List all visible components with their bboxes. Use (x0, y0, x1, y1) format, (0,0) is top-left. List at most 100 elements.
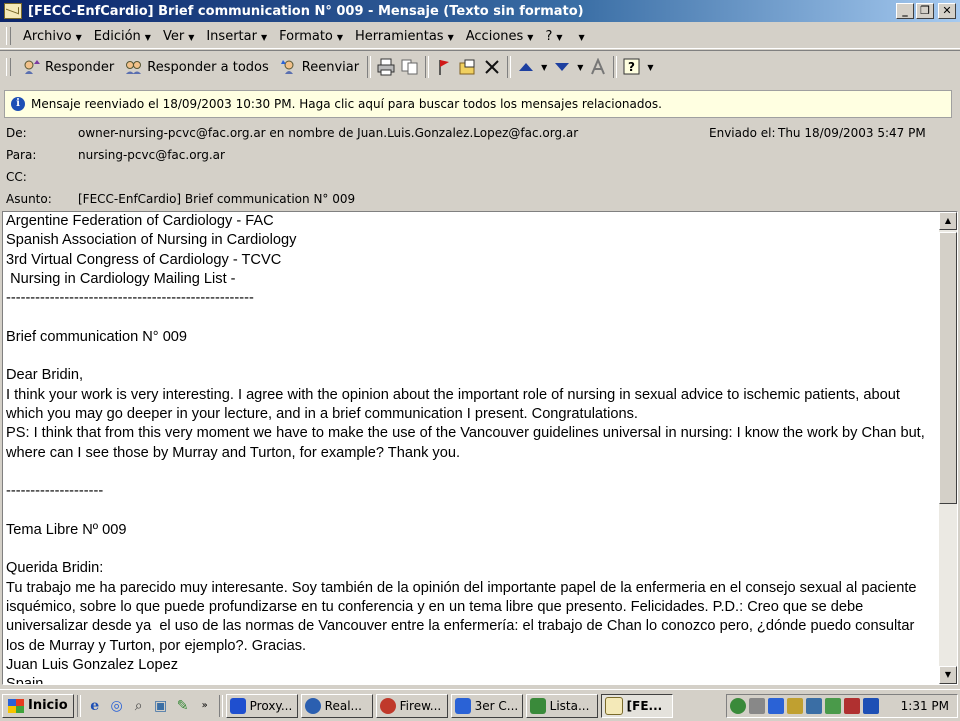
chevron-down-icon: ▼ (527, 32, 534, 42)
cc-label: CC: (6, 170, 27, 184)
reply-all-label: Responder a todos (147, 59, 269, 75)
scroll-up-button[interactable]: ▲ (939, 212, 957, 230)
help-button[interactable]: ? (620, 55, 644, 79)
menu-herramientas[interactable]: Herramientas ▼ (349, 29, 460, 44)
scroll-thumb[interactable] (939, 232, 957, 504)
app-icon (304, 697, 321, 714)
menu-ver[interactable]: Ver ▼ (157, 29, 200, 44)
task-label: Firew... (399, 698, 442, 713)
chevron-down-icon[interactable]: ▼ (647, 63, 653, 72)
toolbar-grip[interactable] (6, 58, 11, 76)
toolbar-separator (367, 56, 372, 78)
menu-bar: Archivo ▼ Edición ▼ Ver ▼ Insertar ▼ Formato… (0, 24, 960, 49)
sent-label: Enviado el: (709, 126, 776, 140)
subject-label: Asunto: (6, 192, 52, 206)
menu-acciones[interactable]: Acciones ▼ (460, 29, 540, 44)
quicklaunch-overflow-icon[interactable]: » (194, 695, 216, 717)
tray-app-icon[interactable] (768, 698, 784, 714)
maximize-button[interactable]: ❐ (916, 3, 934, 19)
clock[interactable]: 1:31 PM (901, 699, 949, 713)
task-3er-congreso[interactable]: 3er C... (450, 693, 523, 718)
windows-logo-icon (8, 698, 24, 713)
printer-icon (377, 58, 395, 76)
delete-button[interactable] (480, 55, 504, 79)
scroll-down-button[interactable]: ▼ (939, 666, 957, 684)
font-icon (591, 58, 606, 75)
forward-label: Reenviar (301, 59, 360, 75)
internet-explorer-icon[interactable]: e (84, 695, 106, 717)
chevron-down-icon: ▼ (75, 32, 82, 42)
outlook-icon[interactable]: ◎ (106, 695, 128, 717)
menubar-grip[interactable] (6, 27, 11, 45)
reply-button[interactable]: Responder (17, 54, 119, 80)
menu-label: ? (545, 28, 553, 44)
flag-icon (439, 60, 450, 75)
menu-help[interactable]: ? ▼ (539, 29, 568, 44)
app-icon (454, 697, 471, 714)
tray-monitor-icon[interactable] (863, 698, 879, 714)
close-button[interactable]: ✕ (938, 3, 956, 19)
menu-label: Formato (279, 28, 333, 44)
search-icon[interactable]: ⌕ (128, 695, 150, 717)
chevron-down-icon[interactable]: ▼ (541, 63, 547, 72)
copy-icon (401, 59, 418, 75)
task-lista[interactable]: Lista... (525, 693, 598, 718)
task-proxy[interactable]: Proxy... (225, 693, 298, 718)
tray-app-icon[interactable] (825, 698, 841, 714)
minimize-button[interactable]: _ (896, 3, 914, 19)
start-button[interactable]: Inicio (2, 693, 74, 718)
standard-toolbar: Responder Responder a todos Reenviar ▼ ▼ (0, 50, 960, 83)
chevron-down-icon[interactable]: ▼ (577, 63, 583, 72)
copy-button[interactable] (398, 55, 422, 79)
task-label: 3er C... (474, 698, 519, 713)
desktop-icon[interactable]: ▣ (150, 695, 172, 717)
reply-all-button[interactable]: Responder a todos (119, 54, 274, 80)
menu-label: Insertar (206, 28, 257, 44)
chevron-down-icon: ▼ (578, 32, 585, 42)
arrow-up-icon (519, 63, 534, 71)
system-tray: 1:31 PM (726, 694, 958, 718)
flag-button[interactable] (432, 55, 456, 79)
tray-network-icon[interactable] (730, 698, 746, 714)
tray-app-icon[interactable] (806, 698, 822, 714)
menubar-overflow[interactable]: ▼ (569, 29, 591, 44)
window-controls: _ ❐ ✕ (896, 3, 956, 19)
font-size-button[interactable] (586, 55, 610, 79)
task-real[interactable]: Real... (300, 693, 373, 718)
subject-value[interactable]: [FECC-EnfCardio] Brief communication N° … (78, 192, 355, 206)
info-bar[interactable]: i Mensaje reenviado el 18/09/2003 10:30 … (4, 90, 952, 118)
menu-formato[interactable]: Formato ▼ (273, 29, 349, 44)
to-row: Para: nursing-pcvc@fac.org.ar (0, 144, 960, 166)
help-icon: ? (623, 58, 640, 75)
svg-text:?: ? (628, 60, 635, 74)
to-value[interactable]: nursing-pcvc@fac.org.ar (78, 148, 225, 162)
volume-icon[interactable] (749, 698, 765, 714)
tray-app-icon[interactable] (844, 698, 860, 714)
toolbar-separator (613, 56, 618, 78)
forward-button[interactable]: Reenviar (274, 54, 364, 80)
move-to-folder-button[interactable] (456, 55, 480, 79)
envelope-icon (4, 3, 22, 19)
tool-icon[interactable]: ✎ (172, 695, 194, 717)
reply-icon (22, 58, 42, 76)
previous-item-button[interactable] (514, 55, 538, 79)
info-icon: i (11, 97, 25, 111)
vertical-scrollbar[interactable]: ▲ ▼ (939, 212, 957, 684)
menu-archivo[interactable]: Archivo ▼ (17, 29, 88, 44)
task-firewall[interactable]: Firew... (375, 693, 448, 718)
message-body-text[interactable]: Argentine Federation of Cardiology - FAC… (6, 212, 931, 684)
menu-edicion[interactable]: Edición ▼ (88, 29, 157, 44)
reply-all-icon (124, 58, 144, 76)
print-button[interactable] (374, 55, 398, 79)
taskbar-separator (218, 694, 223, 717)
menu-insertar[interactable]: Insertar ▼ (200, 29, 273, 44)
task-fecc-message[interactable]: [FE... (600, 693, 673, 718)
from-value[interactable]: owner-nursing-pcvc@fac.org.ar en nombre … (78, 126, 578, 140)
envelope-icon (604, 696, 623, 715)
chevron-down-icon: ▼ (447, 32, 454, 42)
next-item-button[interactable] (550, 55, 574, 79)
delete-icon (485, 60, 499, 74)
message-body-pane[interactable]: Argentine Federation of Cardiology - FAC… (2, 211, 958, 685)
tray-app-icon[interactable] (787, 698, 803, 714)
chevron-down-icon: ▼ (188, 32, 195, 42)
